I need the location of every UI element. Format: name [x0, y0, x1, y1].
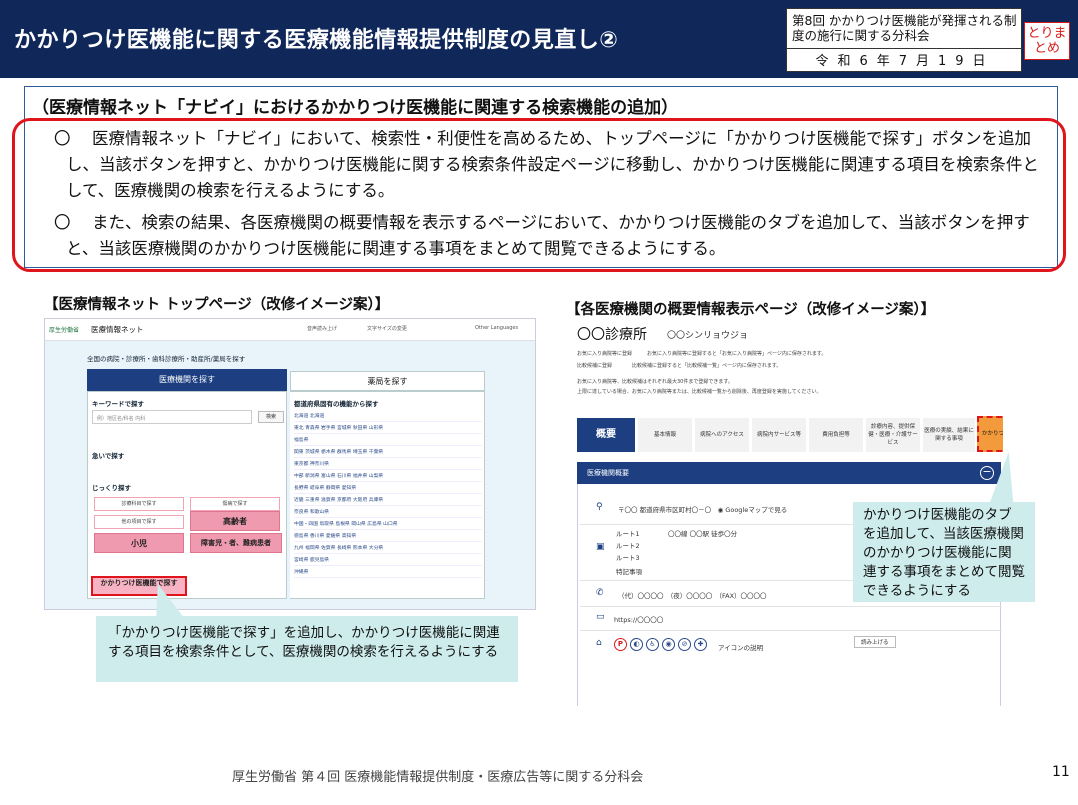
- left-callout: 「かかりつけ医機能で探す」を追加し、かかりつけ医機能に関連する項目を検索条件とし…: [96, 616, 518, 682]
- chip-by-department[interactable]: 診療科目で探す: [94, 497, 184, 511]
- clinic-kana: 〇〇シンリョウジョ: [667, 331, 749, 341]
- tab-services[interactable]: 病院内サービス等: [752, 418, 806, 452]
- tab-results[interactable]: 医療の実績、結果に関する事項: [923, 418, 975, 452]
- favorite-register-link[interactable]: お気に入り病院等に登録 お気に入り病院等に登録すると「お気に入り病院等」ページ内…: [577, 350, 826, 357]
- paragraph-text: また、検索の結果、各医療機関の概要情報を表示するページにおいて、かかりつけ医機能…: [66, 213, 1030, 258]
- tab-access[interactable]: 病院へのアクセス: [695, 418, 749, 452]
- pref-row[interactable]: 中部 新潟県 富山県 石川県 福井県 山梨県: [294, 472, 482, 482]
- left-caption: 【医療情報ネット トップページ（改修イメージ案）】: [44, 297, 390, 313]
- keyword-search-button[interactable]: 検索: [258, 411, 284, 423]
- page-number: 11: [1052, 764, 1070, 780]
- tab-pharmacy[interactable]: 薬局を探す: [290, 371, 485, 391]
- mock-lead: 全国の病院・診療所・歯科診療所・助産所/薬局を探す: [87, 355, 246, 363]
- slide-title: かかりつけ医機能に関する医療機能情報提供制度の見直し②: [14, 28, 619, 53]
- pref-row[interactable]: 徳島県 香川県 愛媛県 高知県: [294, 532, 482, 542]
- pref-row[interactable]: 近畿 三重県 滋賀県 京都府 大阪府 兵庫県: [294, 496, 482, 506]
- clinic-url[interactable]: https://〇〇〇〇: [614, 614, 663, 624]
- mock-topbar: 厚生労働省 医療情報ネット 音声読み上げ 文字サイズの変更 Other Lang…: [45, 319, 535, 341]
- pref-row[interactable]: 長野県 岐阜県 静岡県 愛知県: [294, 484, 482, 494]
- meeting-date: 令和6年7月19日: [815, 54, 995, 69]
- prefecture-label: 都道府県固有の機能から探す: [294, 400, 379, 408]
- no-smoking-icon: ⊘: [678, 638, 691, 651]
- bullet-mark: 〇: [54, 129, 71, 148]
- parking-icon: P: [614, 638, 627, 651]
- priority-seat-icon: ◐: [630, 638, 643, 651]
- route-3: ルート3: [616, 554, 640, 562]
- tab-care-content[interactable]: 診療内容、提供保健・医療・介護サービス: [866, 418, 920, 452]
- pref-row[interactable]: 中国・四国 鳥取県 島根県 岡山県 広島県 山口県: [294, 520, 482, 530]
- clinic-name: 〇〇診療所: [577, 327, 647, 343]
- summary-badge: とりまとめ: [1024, 22, 1070, 60]
- pref-row[interactable]: 九州 福岡県 佐賀県 長崎県 熊本県 大分県: [294, 544, 482, 554]
- special-notes: 特記事項: [616, 568, 642, 576]
- tab-costs[interactable]: 費用負担等: [809, 418, 863, 452]
- tab-overview[interactable]: 概要: [577, 418, 635, 452]
- prefecture-panel: 都道府県固有の機能から探す 北海道 北海道 東北 青森県 岩手県 宮城県 秋田県…: [290, 391, 485, 599]
- footer-text: 厚生労働省 第４回 医療機能情報提供制度・医療広告等に関する分科会: [232, 770, 644, 785]
- paragraph-2: 〇 また、検索の結果、各医療機関の概要情報を表示するページにおいて、かかりつけ医…: [54, 210, 1054, 262]
- pref-row[interactable]: 福島県: [294, 436, 482, 446]
- location-pin-icon: ⚲: [596, 502, 603, 512]
- section-heading: （医療情報ネット「ナビイ」におけるかかりつけ医機能に関連する検索機能の追加）: [32, 98, 679, 118]
- language-select[interactable]: Other Languages: [475, 325, 518, 331]
- top-page-mockup: 厚生労働省 医療情報ネット 音声読み上げ 文字サイズの変更 Other Lang…: [44, 318, 536, 610]
- pref-row[interactable]: 北海道 北海道: [294, 412, 482, 422]
- separator: [580, 630, 1002, 631]
- font-size-control[interactable]: 文字サイズの変更: [367, 325, 407, 332]
- facility-icon: ⌂: [596, 638, 602, 648]
- chip-other-items[interactable]: 他の項目で探す: [94, 515, 184, 529]
- tab-kakaritsuke[interactable]: かかりつけ医機能: [977, 416, 1003, 452]
- chip-by-disease[interactable]: 傷病で探す: [190, 497, 280, 511]
- read-aloud-button[interactable]: 読み上げる: [854, 636, 896, 648]
- phone-icon: ✆: [596, 588, 604, 598]
- wheelchair-icon: ♿: [646, 638, 659, 651]
- clinic-address[interactable]: 〒〇〇 都道府県市区町村〇－〇 ◉ Googleマップで見る: [618, 504, 787, 514]
- route-2: ルート2: [616, 542, 640, 550]
- tab-basic-info[interactable]: 基本情報: [638, 418, 692, 452]
- mock-body: 全国の病院・診療所・歯科診療所・助産所/薬局を探す 医療機関を探す 薬局を探す …: [45, 341, 535, 609]
- read-aloud-link[interactable]: 音声読み上げ: [307, 325, 337, 332]
- keyword-input[interactable]: 例）地区名/科名 内科: [92, 410, 252, 424]
- detailed-search-label: じっくり探す: [92, 484, 131, 492]
- keyword-placeholder: 例）地区名/科名 内科: [97, 416, 146, 422]
- pref-row[interactable]: 関東 茨城県 栃木県 群馬県 埼玉県 千葉県: [294, 448, 482, 458]
- chip-disabled-intractable[interactable]: 障害児・者、難病患者: [190, 533, 282, 553]
- right-caption: 【各医療機関の概要情報表示ページ（改修イメージ案）】: [566, 302, 936, 318]
- icon-legend-link[interactable]: アイコンの説明: [718, 642, 763, 652]
- tab-medical-institution[interactable]: 医療機関を探す: [87, 369, 287, 391]
- meeting-info-box: 第8回 かかりつけ医機能が発揮される制度の施行に関する分科会 令和6年7月19日: [786, 8, 1023, 72]
- bullet-mark: 〇: [54, 213, 71, 232]
- meeting-name: 第8回 かかりつけ医機能が発揮される制度の施行に関する分科会: [787, 9, 1023, 49]
- mhlw-logo: 厚生労働省: [49, 327, 80, 334]
- urgent-search-label[interactable]: 急いで探す: [92, 450, 124, 460]
- compare-register-link[interactable]: 比較候補に登録 比較候補に登録すると「比較候補一覧」ページ内に保存されます。: [577, 362, 781, 369]
- pref-row[interactable]: 宮崎県 鹿児島県: [294, 556, 482, 566]
- paragraph-1: 〇 医療情報ネット「ナビイ」において、検索性・利便性を高めるため、トップページに…: [54, 126, 1054, 204]
- chip-children[interactable]: 小児: [94, 533, 184, 553]
- assistance-icon: ✚: [694, 638, 707, 651]
- keyword-label: キーワードで探す: [92, 400, 144, 408]
- route-detail: 〇〇線 〇〇駅 徒歩〇分: [668, 530, 738, 538]
- register-note-2: 上限に達している場合、お気に入り病院等または、比較候補一覧から削除後、再度登録を…: [577, 389, 822, 395]
- pref-row[interactable]: 奈良県 和歌山県: [294, 508, 482, 518]
- paragraph-text: 医療情報ネット「ナビイ」において、検索性・利便性を高めるため、トップページに「か…: [66, 129, 1039, 200]
- overview-section-bar: 医療機関概要: [577, 462, 1001, 484]
- pref-row[interactable]: 沖縄県: [294, 568, 482, 578]
- pref-row[interactable]: 東京都 神奈川県: [294, 460, 482, 470]
- site-name: 医療情報ネット: [91, 325, 144, 334]
- info-tabs: 概要 基本情報 病院へのアクセス 病院内サービス等 費用負担等 診療内容、提供保…: [577, 416, 1003, 452]
- chip-elderly[interactable]: 高齢者: [190, 511, 280, 531]
- search-panel: キーワードで探す 例）地区名/科名 内科 検索 急いで探す じっくり探す 診療科…: [87, 391, 287, 599]
- register-note-1: お気に入り病院等、比較候補はそれぞれ最大30件まで登録できます。: [577, 379, 733, 385]
- pref-row[interactable]: 東北 青森県 岩手県 宮城県 秋田県 山形県: [294, 424, 482, 434]
- route-1: ルート1: [616, 530, 640, 538]
- train-icon: ▣: [596, 542, 605, 552]
- right-callout: かかりつけ医機能のタブを追加して、当該医療機関のかかりつけ医機能に関連する事項を…: [853, 502, 1035, 602]
- monitor-icon: ▭: [596, 612, 605, 622]
- stroller-icon: ◉: [662, 638, 675, 651]
- separator: [580, 606, 1002, 607]
- clinic-phone: （代）〇〇〇〇 （夜）〇〇〇〇 （FAX）〇〇〇〇: [618, 592, 767, 600]
